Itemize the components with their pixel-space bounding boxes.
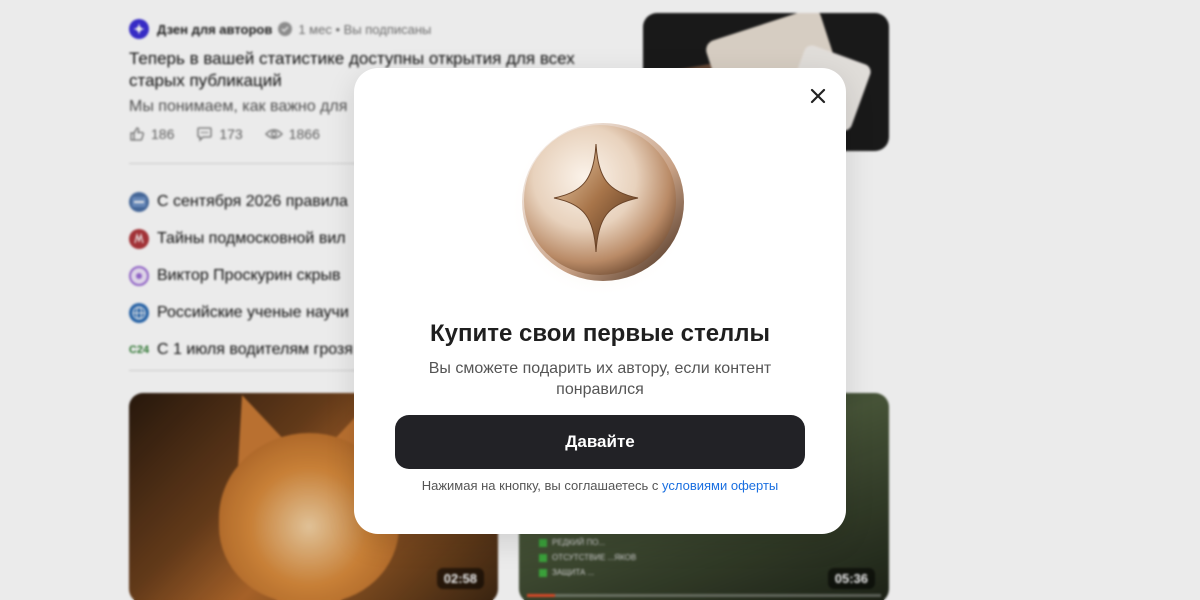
terms-text: Нажимая на кнопку, вы соглашаетесь с усл… — [354, 478, 846, 493]
terms-prefix: Нажимая на кнопку, вы соглашаетесь с — [421, 478, 663, 493]
close-icon — [810, 88, 826, 104]
stella-coin-icon — [510, 118, 690, 298]
close-button[interactable] — [804, 82, 832, 110]
confirm-button[interactable]: Давайте — [395, 415, 805, 469]
terms-link[interactable]: условиями оферты — [662, 478, 778, 493]
buy-stellas-dialog: Купите свои первые стеллы Вы сможете под… — [354, 68, 846, 534]
dialog-title: Купите свои первые стеллы — [429, 320, 771, 347]
dialog-subtitle: Вы сможете подарить их автору, если конт… — [428, 360, 772, 398]
